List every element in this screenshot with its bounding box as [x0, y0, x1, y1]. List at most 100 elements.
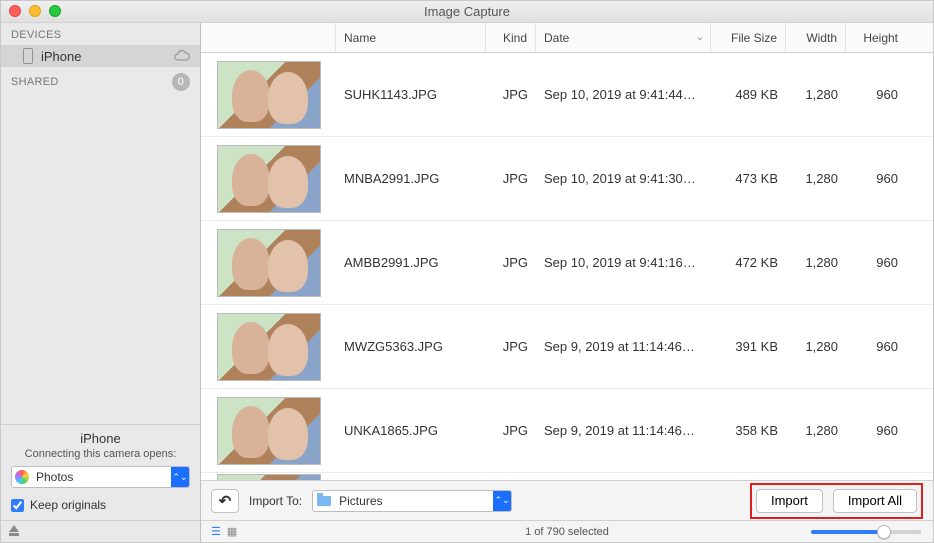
table-row[interactable]: UNKA1865.JPG JPG Sep 9, 2019 at 11:14:46… [201, 389, 933, 473]
height-cell: 960 [846, 423, 906, 438]
slider-knob[interactable] [877, 525, 891, 539]
grid-view-icon[interactable]: ▦ [227, 525, 237, 538]
window-title: Image Capture [424, 4, 510, 19]
keep-originals-label: Keep originals [30, 498, 106, 512]
thumbnail-size-slider[interactable] [811, 530, 921, 534]
date-cell: Sep 10, 2019 at 9:41:44… [536, 87, 711, 102]
eject-icon[interactable] [7, 525, 21, 539]
width-cell: 1,280 [786, 171, 846, 186]
folder-icon [313, 496, 335, 506]
main-panel: Name Kind Date⌄ File Size Width Height S… [201, 23, 933, 542]
sidebar-section-shared: SHARED 0 [1, 67, 200, 95]
height-cell: 960 [846, 255, 906, 270]
thumbnail-cell [201, 313, 336, 381]
table-row[interactable]: MNBA2991.JPG JPG Sep 10, 2019 at 9:41:30… [201, 137, 933, 221]
import-buttons-highlight: Import Import All [750, 483, 923, 519]
date-cell: Sep 9, 2019 at 11:14:46… [536, 423, 711, 438]
thumbnail-cell [201, 61, 336, 129]
width-cell: 1,280 [786, 255, 846, 270]
column-height[interactable]: Height [846, 23, 906, 52]
import-to-value: Pictures [335, 494, 493, 508]
photo-thumbnail [217, 474, 321, 481]
table-body[interactable]: SUHK1143.JPG JPG Sep 10, 2019 at 9:41:44… [201, 53, 933, 480]
kind-cell: JPG [486, 87, 536, 102]
name-cell: SUHK1143.JPG [336, 87, 486, 102]
shared-header-label: SHARED [11, 76, 59, 88]
filesize-cell: 358 KB [711, 423, 786, 438]
column-thumbnail[interactable] [201, 23, 336, 52]
table-row[interactable]: MWZG5363.JPG JPG Sep 9, 2019 at 11:14:46… [201, 305, 933, 389]
thumbnail-cell [201, 229, 336, 297]
sidebar-section-devices: DEVICES [1, 23, 200, 45]
view-toggle: ☰ ▦ [211, 525, 237, 538]
column-kind[interactable]: Kind [486, 23, 536, 52]
table-row[interactable] [201, 473, 933, 480]
name-cell: MWZG5363.JPG [336, 339, 486, 354]
app-window: Image Capture DEVICES iPhone SHARED 0 [0, 0, 934, 543]
kind-cell: JPG [486, 255, 536, 270]
chevron-updown-icon: ⌃⌄ [493, 491, 511, 511]
table-row[interactable]: AMBB2991.JPG JPG Sep 10, 2019 at 9:41:16… [201, 221, 933, 305]
filesize-cell: 391 KB [711, 339, 786, 354]
chevron-updown-icon: ⌃⌄ [171, 467, 189, 487]
thumbnail-cell [201, 397, 336, 465]
name-cell: MNBA2991.JPG [336, 171, 486, 186]
iphone-icon [23, 48, 33, 64]
zoom-window-button[interactable] [49, 5, 61, 17]
column-name[interactable]: Name [336, 23, 486, 52]
name-cell: AMBB2991.JPG [336, 255, 486, 270]
selected-device-title: iPhone [11, 431, 190, 446]
height-cell: 960 [846, 339, 906, 354]
table-row[interactable]: SUHK1143.JPG JPG Sep 10, 2019 at 9:41:44… [201, 53, 933, 137]
thumbnail-cell [201, 145, 336, 213]
import-all-button[interactable]: Import All [833, 489, 917, 513]
table-header: Name Kind Date⌄ File Size Width Height [201, 23, 933, 53]
content-area: DEVICES iPhone SHARED 0 iPhone Connectin… [1, 23, 933, 542]
status-bar: ☰ ▦ 1 of 790 selected [201, 520, 933, 542]
width-cell: 1,280 [786, 423, 846, 438]
width-cell: 1,280 [786, 339, 846, 354]
date-cell: Sep 10, 2019 at 9:41:16… [536, 255, 711, 270]
import-to-dropdown[interactable]: Pictures ⌃⌄ [312, 490, 512, 512]
sidebar: DEVICES iPhone SHARED 0 iPhone Connectin… [1, 23, 201, 542]
devices-header-label: DEVICES [11, 29, 61, 41]
date-cell: Sep 10, 2019 at 9:41:30… [536, 171, 711, 186]
keep-originals-checkbox[interactable]: Keep originals [11, 498, 190, 512]
chevron-down-icon: ⌄ [696, 32, 704, 43]
bottom-toolbar: ↶ Import To: Pictures ⌃⌄ Import Import A… [201, 480, 933, 520]
thumbnail-cell [201, 474, 336, 481]
sidebar-source-list: DEVICES iPhone SHARED 0 [1, 23, 200, 424]
width-cell: 1,280 [786, 87, 846, 102]
filesize-cell: 489 KB [711, 87, 786, 102]
traffic-lights [9, 5, 61, 17]
filesize-cell: 473 KB [711, 171, 786, 186]
sidebar-footer [1, 520, 200, 542]
photo-thumbnail [217, 145, 321, 213]
minimize-window-button[interactable] [29, 5, 41, 17]
filesize-cell: 472 KB [711, 255, 786, 270]
date-cell: Sep 9, 2019 at 11:14:46… [536, 339, 711, 354]
shared-count-badge: 0 [172, 73, 190, 91]
column-width[interactable]: Width [786, 23, 846, 52]
photo-thumbnail [217, 229, 321, 297]
opens-with-value: Photos [32, 470, 171, 484]
import-button[interactable]: Import [756, 489, 823, 513]
rotate-button[interactable]: ↶ [211, 489, 239, 513]
kind-cell: JPG [486, 171, 536, 186]
kind-cell: JPG [486, 339, 536, 354]
sidebar-item-iphone[interactable]: iPhone [1, 45, 200, 67]
titlebar: Image Capture [1, 1, 933, 23]
opens-with-dropdown[interactable]: Photos ⌃⌄ [11, 466, 190, 488]
import-to-label: Import To: [249, 494, 302, 508]
photos-app-icon [12, 470, 32, 484]
column-filesize[interactable]: File Size [711, 23, 786, 52]
photo-thumbnail [217, 61, 321, 129]
column-date[interactable]: Date⌄ [536, 23, 711, 52]
close-window-button[interactable] [9, 5, 21, 17]
height-cell: 960 [846, 87, 906, 102]
list-view-icon[interactable]: ☰ [211, 525, 221, 538]
sidebar-device-panel: iPhone Connecting this camera opens: Pho… [1, 424, 200, 520]
kind-cell: JPG [486, 423, 536, 438]
keep-originals-input[interactable] [11, 499, 24, 512]
height-cell: 960 [846, 171, 906, 186]
